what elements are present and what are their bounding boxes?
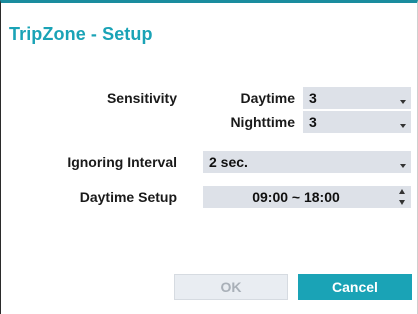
tripzone-setup-dialog: TripZone - Setup Sensitivity Daytime 3 N… [0,0,418,314]
spinner-down-icon[interactable] [399,200,405,205]
ignoring-interval-label: Ignoring Interval [67,154,177,170]
daytime-setup-label: Daytime Setup [79,189,177,205]
ok-button[interactable]: OK [174,274,288,300]
daytime-setup-time-range[interactable]: 09:00 ~ 18:00 [203,186,411,208]
cancel-button[interactable]: Cancel [298,274,412,300]
chevron-down-icon [400,164,406,168]
nighttime-sensitivity-label: Nighttime [230,114,295,130]
spinner-arrows-icon[interactable] [398,188,407,206]
chevron-down-icon [400,124,406,128]
sensitivity-label: Sensitivity [106,90,177,106]
dialog-title: TripZone - Setup [9,24,153,44]
daytime-setup-value: 09:00 ~ 18:00 [252,189,340,205]
ignoring-interval-value: 2 sec. [209,154,248,170]
ignoring-interval-select[interactable]: 2 sec. [203,151,411,173]
nighttime-sensitivity-select[interactable]: 3 [303,111,411,133]
daytime-sensitivity-label: Daytime [240,90,295,106]
chevron-down-icon [400,100,406,104]
nighttime-sensitivity-value: 3 [309,114,317,130]
daytime-sensitivity-select[interactable]: 3 [303,87,411,109]
spinner-up-icon[interactable] [399,189,405,194]
daytime-sensitivity-value: 3 [309,90,317,106]
